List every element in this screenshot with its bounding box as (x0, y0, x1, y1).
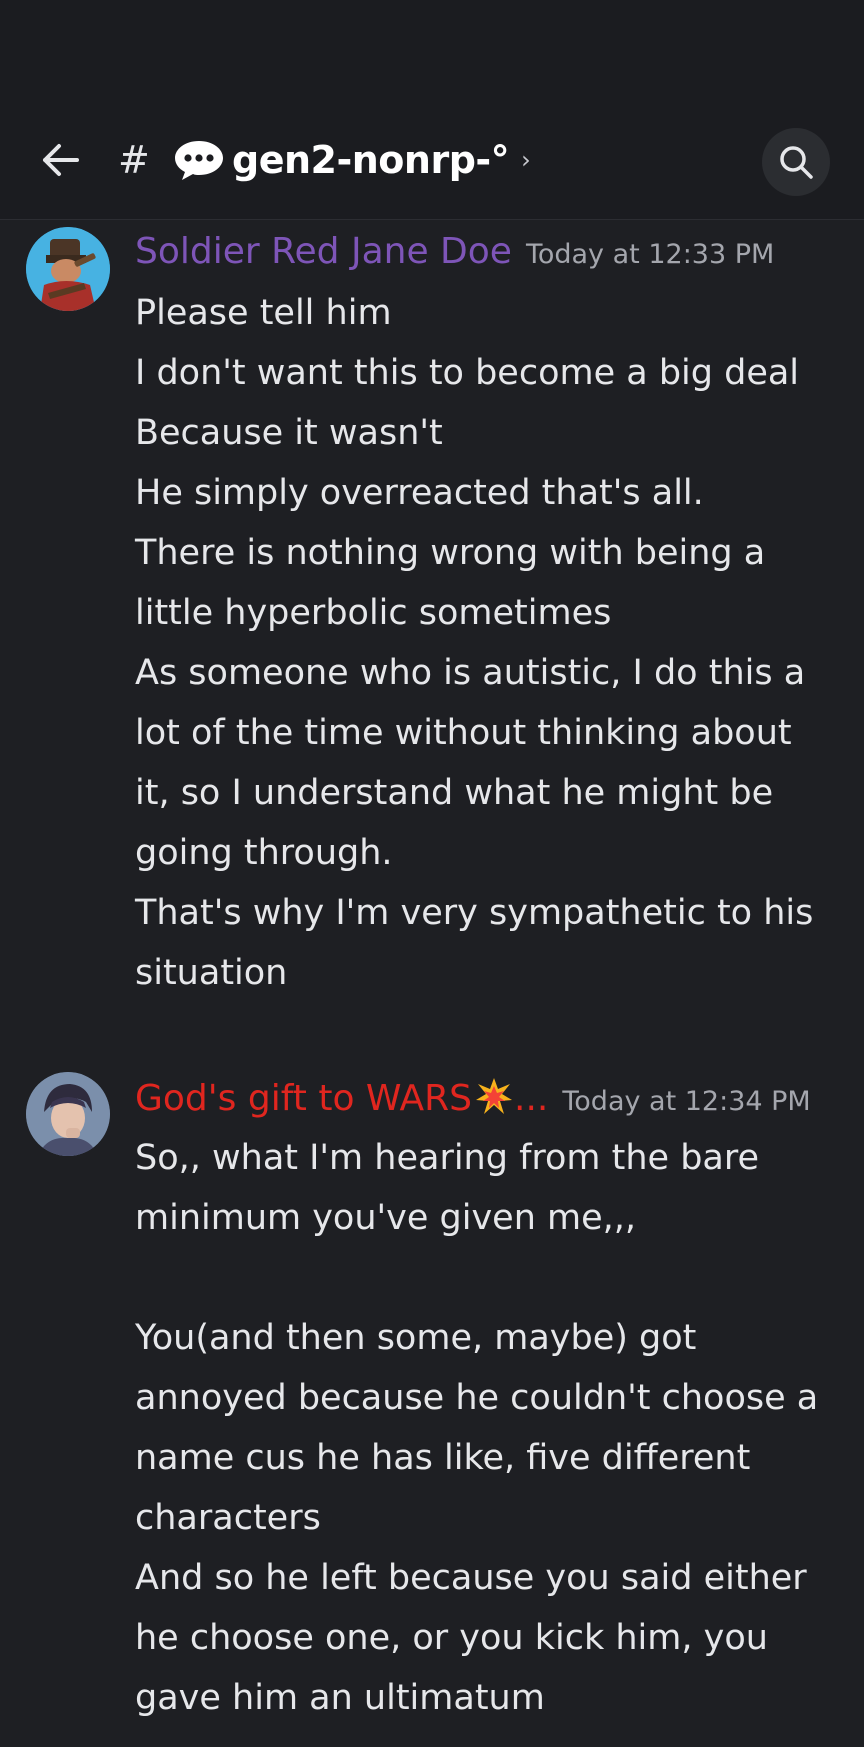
message-line: situation (135, 953, 288, 993)
message-line: He simply overreacted that's all. (135, 473, 704, 513)
arrow-left-icon (43, 144, 79, 176)
chevron-right-icon: › (521, 146, 531, 174)
message-line: annoyed because he couldn't choose a (135, 1378, 819, 1418)
message-line: There is nothing wrong with being a (135, 533, 766, 573)
message-line: it, so I understand what he might be (135, 773, 774, 813)
channel-hash-icon: # (118, 138, 150, 182)
message-line: I don't want this to become a big deal (135, 353, 800, 393)
timestamp: Today at 12:33 PM (525, 239, 775, 270)
avatar[interactable] (26, 227, 110, 311)
back-button[interactable] (34, 134, 86, 186)
message-line: As someone who is autistic, I do this a (135, 653, 806, 693)
message-line: going through. (135, 833, 393, 873)
soldier-avatar-icon (26, 227, 110, 311)
channel-title[interactable]: gen2-nonrp-° › (172, 132, 531, 188)
message-line: Please tell him (135, 293, 392, 333)
author-name-ellipsis: ... (514, 1078, 549, 1119)
message-content: Please tell him I don't want this to bec… (135, 283, 844, 1003)
collision-emoji-icon (474, 1076, 514, 1125)
speech-bubble-icon (175, 141, 223, 180)
message-header: God's gift to WARS... Today at 12:34 PM (135, 1076, 811, 1125)
author-name[interactable]: God's gift to WARS... (135, 1078, 548, 1119)
message-line: So,, what I'm hearing from the bare (135, 1138, 760, 1178)
message-content: So,, what I'm hearing from the bare mini… (135, 1128, 844, 1728)
search-button[interactable] (762, 128, 830, 196)
channel-name: gen2-nonrp-° (232, 138, 510, 182)
search-icon (780, 146, 813, 179)
message-line (135, 1248, 844, 1308)
message-header: Soldier Red Jane Doe Today at 12:33 PM (135, 231, 774, 272)
message-line: That's why I'm very sympathetic to his (135, 893, 814, 933)
message-line: And so he left because you said either (135, 1558, 807, 1598)
message-line: characters (135, 1498, 321, 1538)
timestamp: Today at 12:34 PM (562, 1086, 811, 1117)
character-avatar-icon (26, 1072, 110, 1156)
avatar[interactable] (26, 1072, 110, 1156)
message-line: You(and then some, maybe) got (135, 1318, 697, 1358)
message-line: Because it wasn't (135, 413, 443, 453)
author-name-text: God's gift to WARS (135, 1078, 473, 1119)
message-line: he choose one, or you kick him, you (135, 1618, 768, 1658)
message-line: name cus he has like, five different (135, 1438, 751, 1478)
author-name[interactable]: Soldier Red Jane Doe (135, 231, 512, 272)
message-line: gave him an ultimatum (135, 1678, 545, 1718)
message-line: minimum you've given me,,, (135, 1198, 637, 1238)
channel-header: # gen2-nonrp-° › (0, 0, 864, 220)
message-line: little hyperbolic sometimes (135, 593, 612, 633)
message-line: lot of the time without thinking about (135, 713, 792, 753)
